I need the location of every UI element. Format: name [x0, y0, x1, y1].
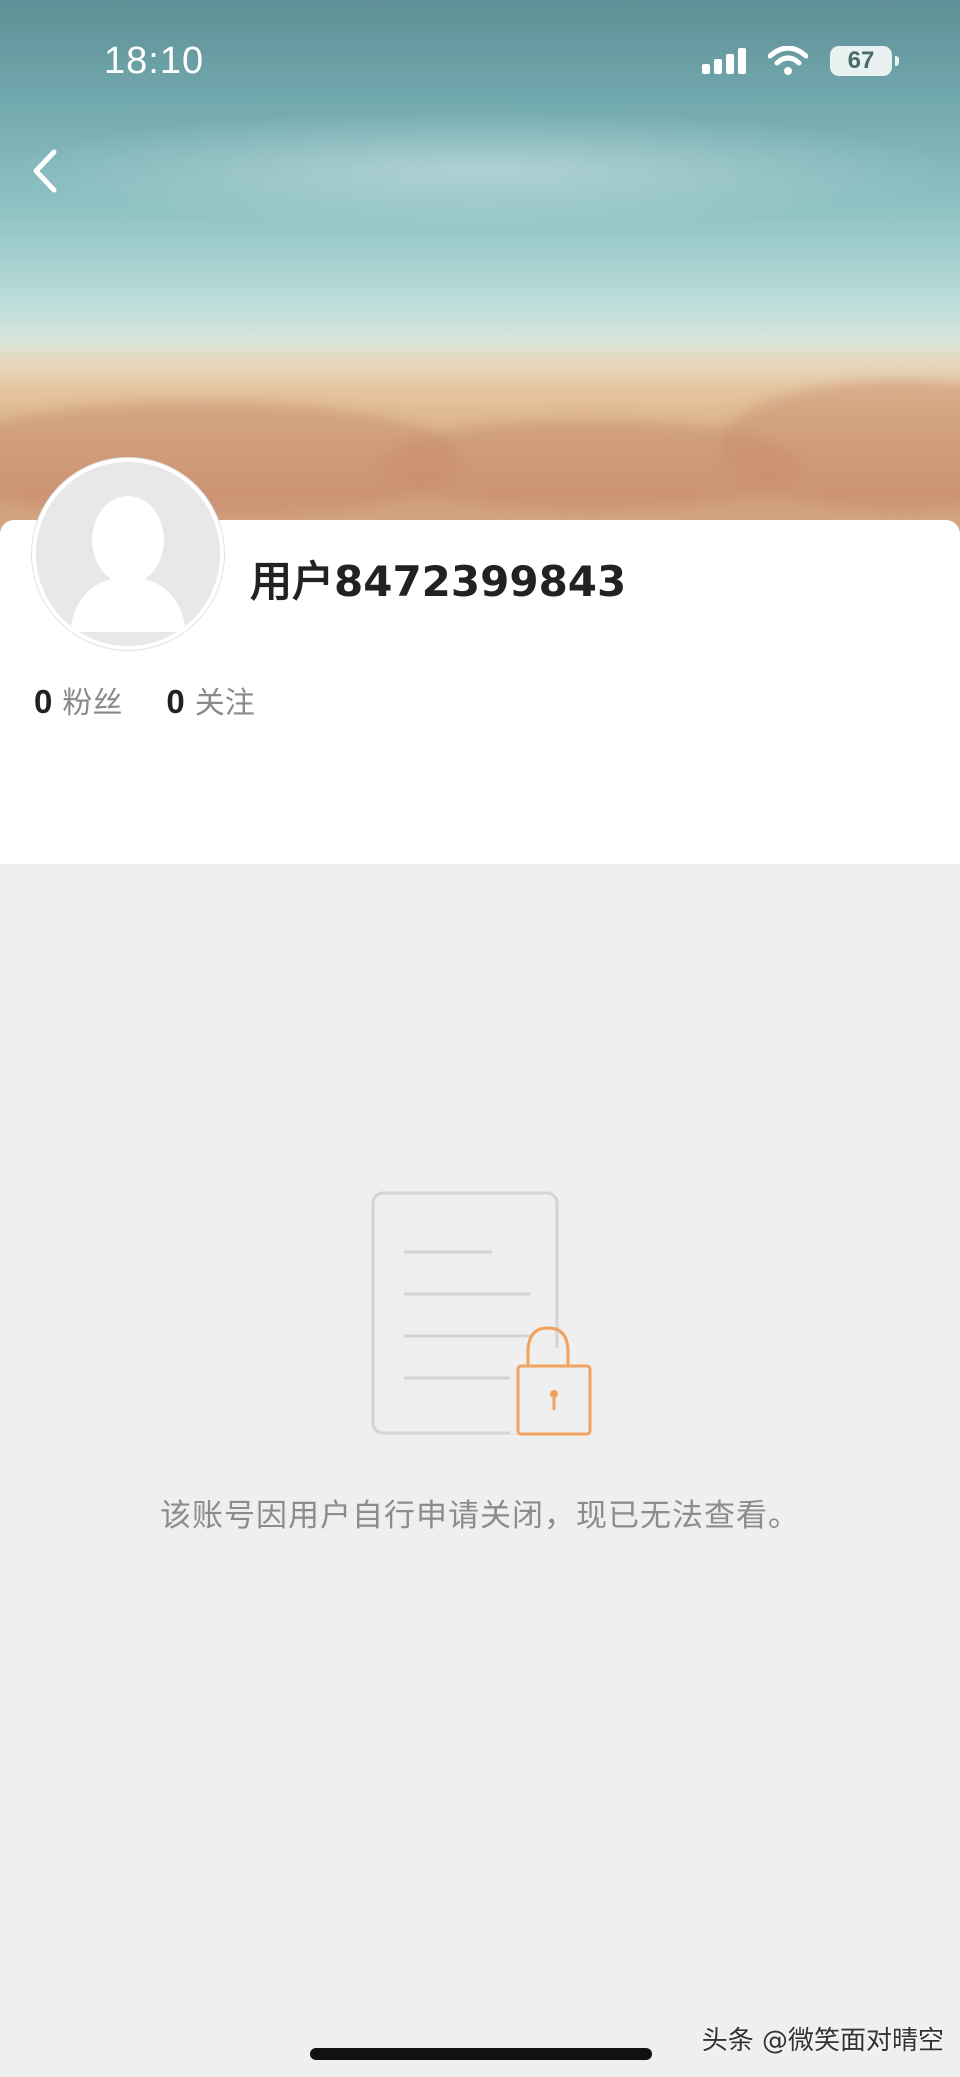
following-count: 0 — [166, 683, 185, 720]
wifi-icon — [768, 46, 808, 75]
account-closed-message: 该账号因用户自行申请关闭，现已无法查看。 — [160, 1498, 800, 1534]
followers-count: 0 — [34, 683, 53, 720]
signal-icon — [702, 48, 746, 74]
default-avatar-icon — [36, 462, 220, 646]
watermark-text: 头条 @微笑面对晴空 — [701, 2026, 944, 2056]
status-icons: 67 — [702, 46, 899, 76]
locked-document-icon — [371, 1191, 592, 1436]
battery-icon: 67 — [830, 46, 899, 76]
following-label: 关注 — [194, 686, 255, 721]
profile-stats: 0 粉丝 0 关注 — [34, 678, 255, 722]
followers-stat[interactable]: 0 粉丝 — [34, 678, 122, 722]
following-stat[interactable]: 0 关注 — [166, 678, 254, 722]
avatar[interactable] — [32, 458, 224, 650]
chevron-left-icon — [33, 149, 57, 193]
followers-label: 粉丝 — [62, 686, 123, 721]
back-button[interactable] — [26, 146, 66, 196]
home-indicator[interactable] — [310, 2048, 652, 2060]
status-time: 18:10 — [104, 40, 205, 82]
username: 用户8472399843 — [250, 557, 627, 606]
